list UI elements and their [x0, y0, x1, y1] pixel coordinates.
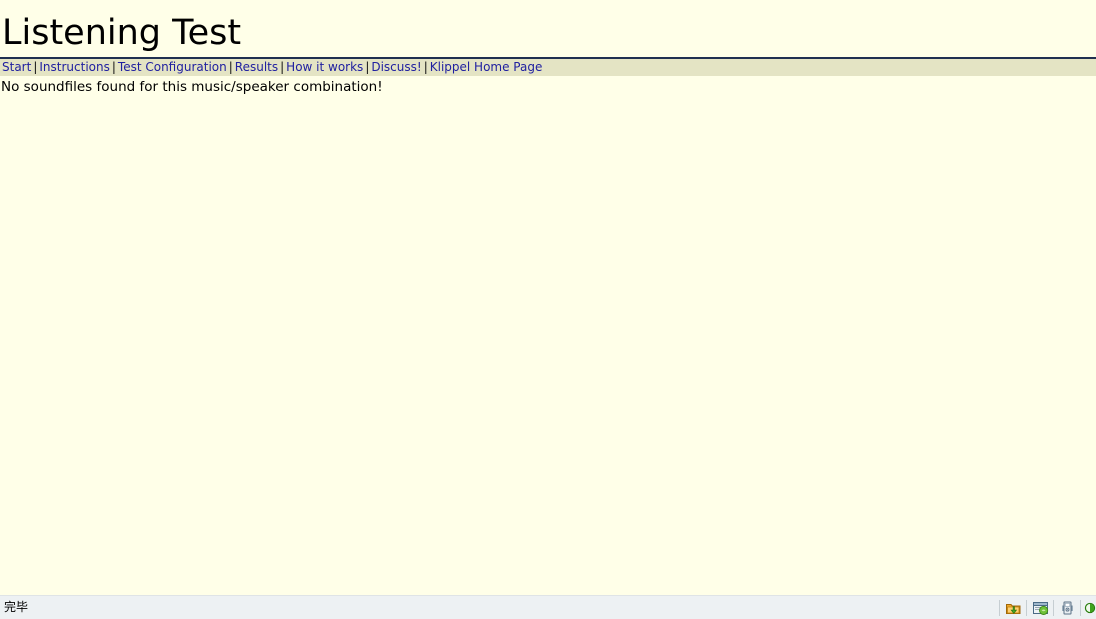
nav-separator: | — [111, 60, 116, 74]
page-title: Listening Test — [2, 13, 242, 53]
nav-separator: | — [228, 60, 233, 74]
popup-blocker-icon[interactable] — [1030, 598, 1050, 618]
page-content: Listening Test Start | Instructions | Test C… — [0, 0, 1096, 595]
nav-link-klippel-home-page[interactable]: Klippel Home Page — [430, 60, 543, 74]
nav-link-start[interactable]: Start — [2, 60, 31, 74]
status-icon-tray — [999, 596, 1096, 619]
nav-link-results[interactable]: Results — [235, 60, 278, 74]
status-divider — [1080, 599, 1081, 616]
status-bar: 完毕 — [0, 595, 1096, 619]
nav-link-discuss[interactable]: Discuss! — [371, 60, 421, 74]
nav-link-instructions[interactable]: Instructions — [39, 60, 109, 74]
browser-window: Listening Test Start | Instructions | Test C… — [0, 0, 1096, 619]
navigation-bar: Start | Instructions | Test Configuration | Re… — [0, 59, 1096, 76]
status-text: 完毕 — [4, 600, 29, 614]
status-divider — [1053, 599, 1054, 616]
status-divider — [999, 599, 1000, 616]
server-icon[interactable] — [1057, 598, 1077, 618]
nav-separator: | — [280, 60, 285, 74]
security-zone-icon[interactable] — [1084, 598, 1096, 618]
status-divider — [1026, 599, 1027, 616]
no-soundfiles-message: No soundfiles found for this music/speak… — [1, 79, 383, 95]
nav-link-how-it-works[interactable]: How it works — [286, 60, 363, 74]
nav-separator: | — [423, 60, 428, 74]
nav-link-test-configuration[interactable]: Test Configuration — [118, 60, 227, 74]
download-manager-icon[interactable] — [1003, 598, 1023, 618]
